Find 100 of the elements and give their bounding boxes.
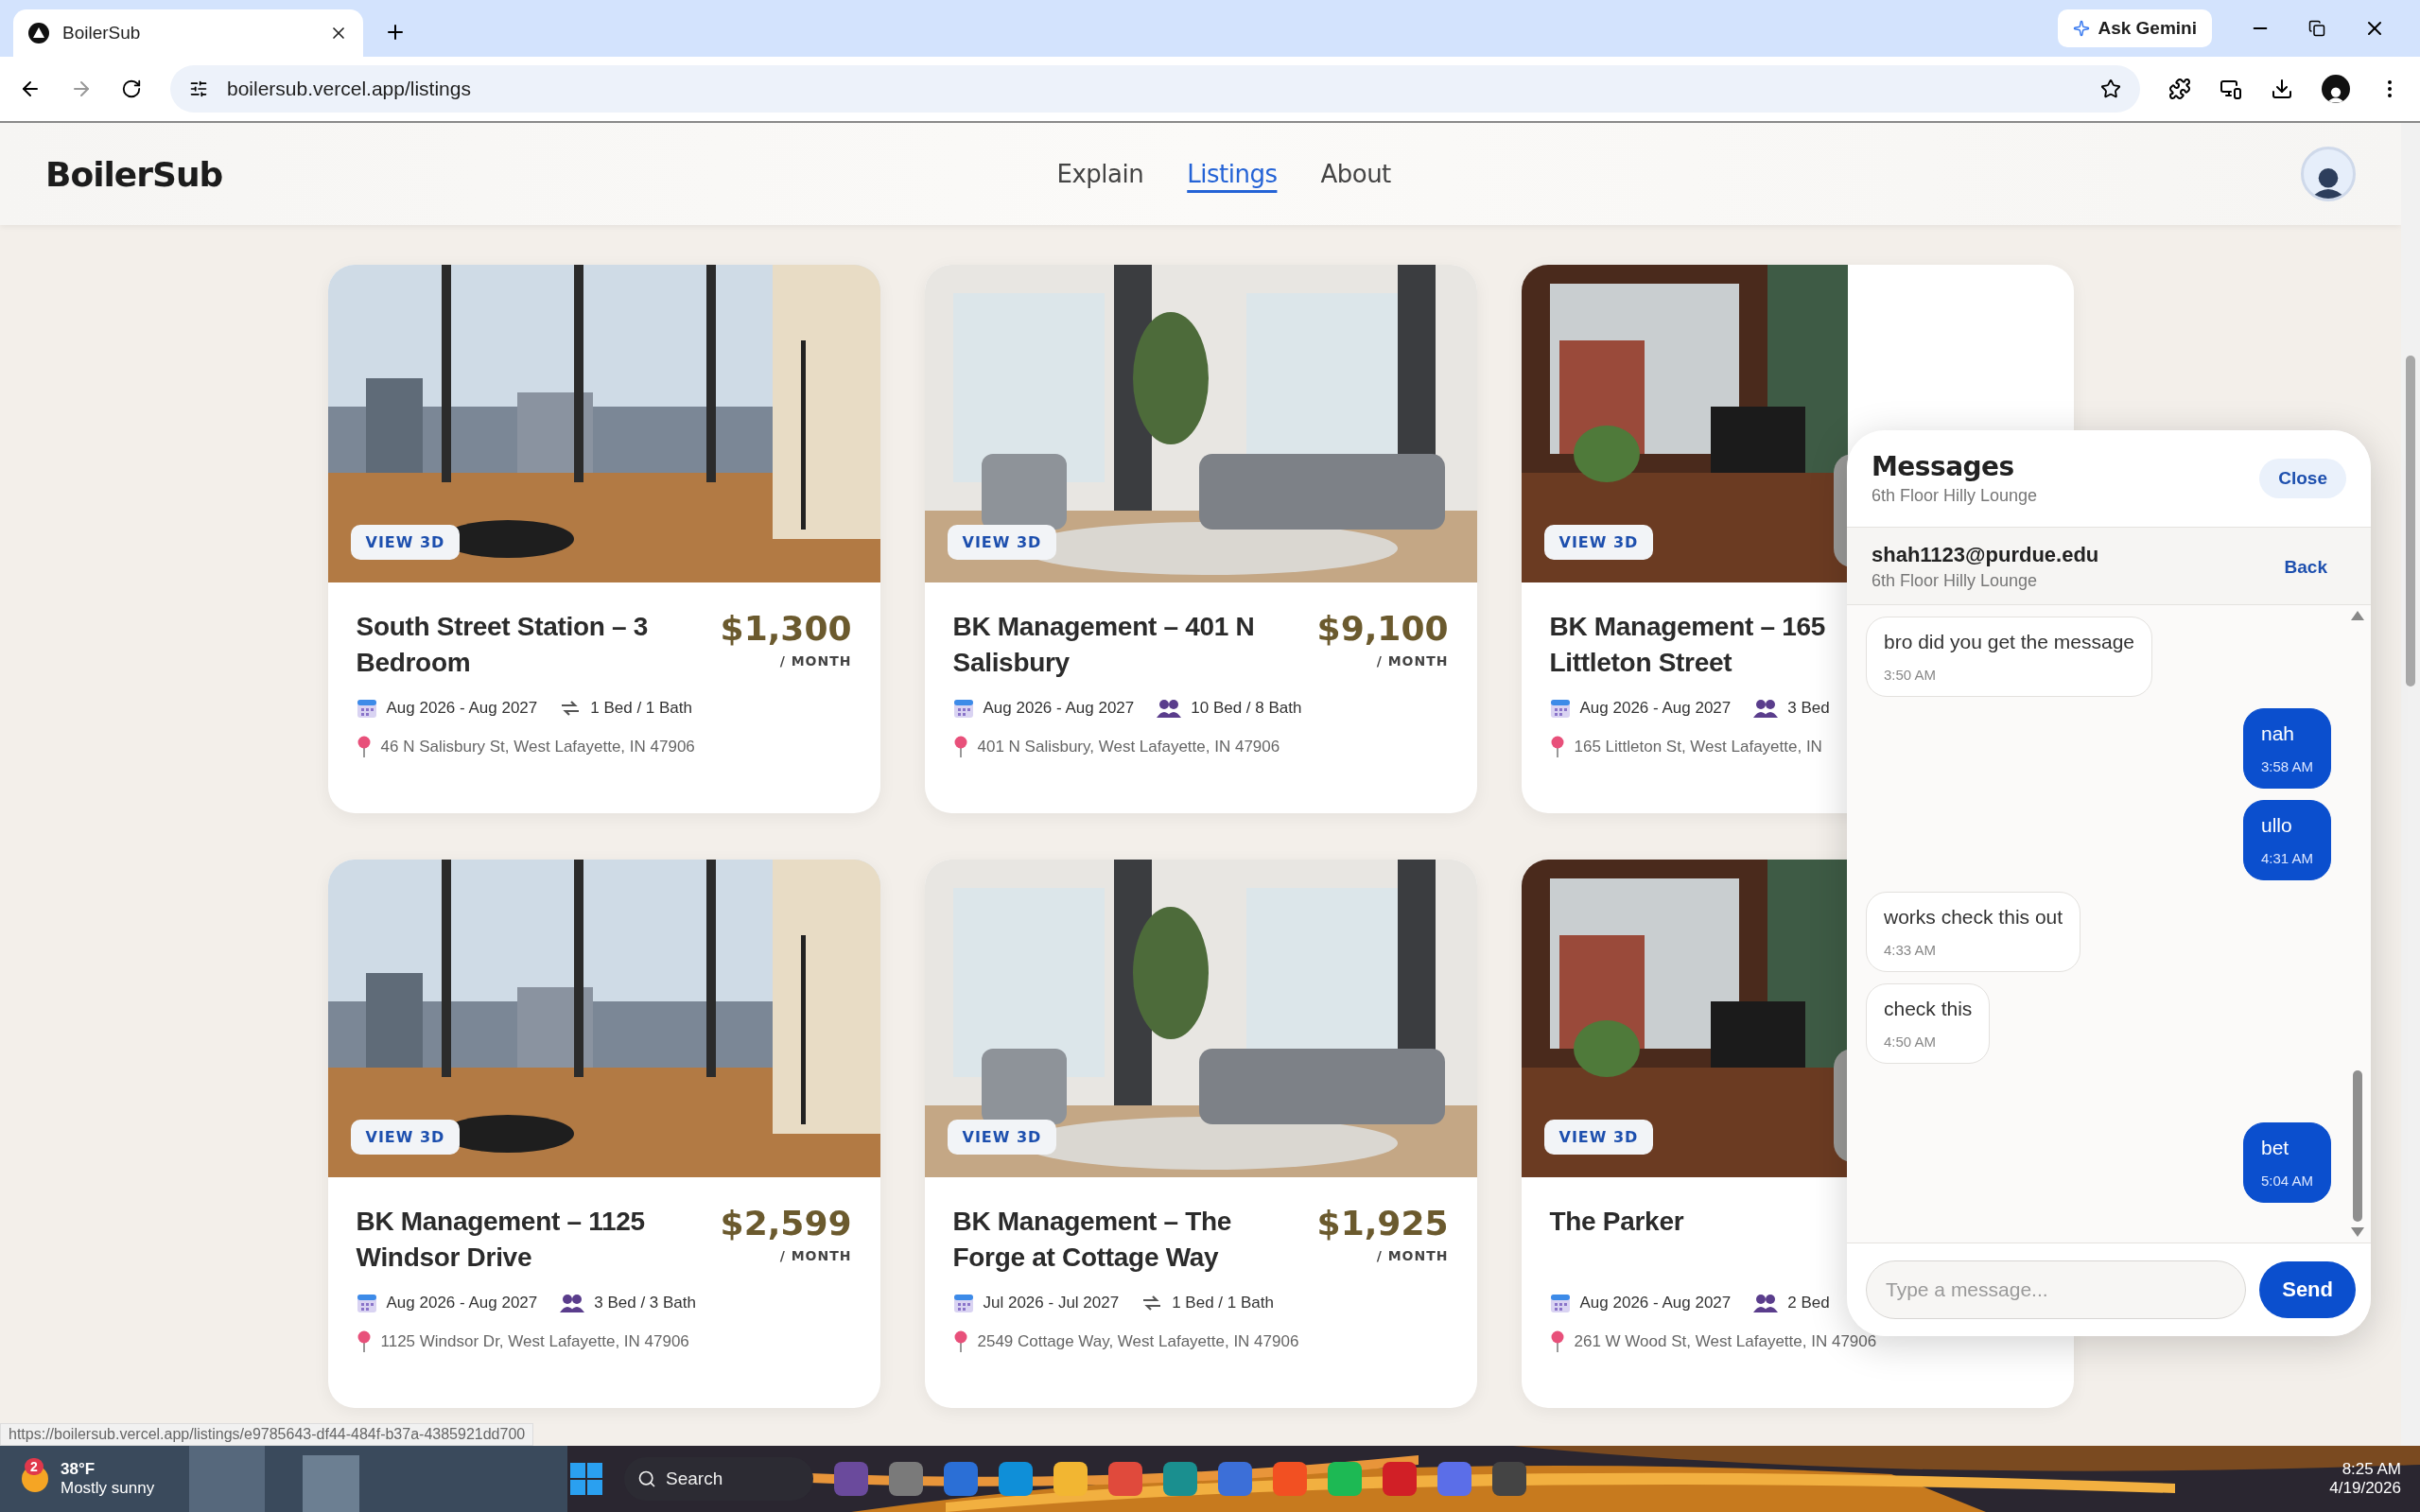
search-icon <box>637 1469 656 1488</box>
scroll-thumb[interactable] <box>2353 1070 2362 1222</box>
price-period: / MONTH <box>1376 653 1449 669</box>
listing-price: $1,300 <box>720 609 852 648</box>
bookmark-star-icon[interactable] <box>2100 78 2121 99</box>
listing-address: 401 N Salisbury, West Lafayette, IN 47906 <box>977 738 1280 756</box>
people-icon <box>560 1294 585 1312</box>
clock-time: 8:25 AM <box>2342 1460 2401 1479</box>
app-icon[interactable] <box>1437 1462 1471 1496</box>
send-button[interactable]: Send <box>2259 1261 2356 1318</box>
bed-bath-count: 1 Bed / 1 Bath <box>1172 1294 1274 1312</box>
view-3d-button[interactable]: VIEW 3D <box>1543 525 1654 560</box>
weather-temperature: 38°F <box>61 1460 96 1479</box>
site-settings-icon[interactable] <box>189 79 208 98</box>
scroll-up-icon[interactable] <box>2351 611 2364 620</box>
view-3d-button[interactable]: VIEW 3D <box>350 525 461 560</box>
message-time: 3:58 AM <box>2260 758 2313 774</box>
listing-title: The Parker <box>1549 1206 1684 1238</box>
view-3d-button[interactable]: VIEW 3D <box>947 1120 1057 1155</box>
back-link[interactable]: Back <box>2284 556 2327 578</box>
pin-icon <box>356 736 372 758</box>
arrows-icon <box>1141 1295 1163 1312</box>
app-icon[interactable] <box>1163 1462 1197 1496</box>
scroll-down-icon[interactable] <box>2351 1227 2364 1237</box>
weather-condition: Mostly sunny <box>61 1479 155 1498</box>
extensions-icon[interactable] <box>2168 78 2191 100</box>
user-avatar[interactable] <box>2301 147 2356 201</box>
app-icon[interactable] <box>999 1462 1033 1496</box>
price-period: / MONTH <box>1376 1248 1449 1263</box>
site-logo-icon <box>28 23 49 43</box>
calendar-icon <box>952 698 974 719</box>
listing-card[interactable]: VIEW 3D BK Management – The Forge at Cottage Way $1,925 / MONTH Jul 2026 - Jul 2027 1 Bed / 1 Bath 2549 Cottage Way, West Lafayette, IN 47906 <box>924 860 1477 1408</box>
reload-icon[interactable] <box>121 78 142 99</box>
listing-title: BK Management – 165 Littleton Street <box>1549 611 1826 679</box>
lease-dates: Aug 2026 - Aug 2027 <box>983 699 1135 718</box>
site-logo[interactable]: BoilerSub <box>45 154 223 194</box>
nav-link[interactable]: Explain <box>1056 160 1144 188</box>
message-time: 5:04 AM <box>2260 1173 2313 1189</box>
view-3d-button[interactable]: VIEW 3D <box>1543 1120 1654 1155</box>
browser-tab[interactable]: BoilerSub <box>13 9 363 57</box>
view-3d-button[interactable]: VIEW 3D <box>947 525 1057 560</box>
listing-address: 1125 Windsor Dr, West Lafayette, IN 47906 <box>380 1332 689 1351</box>
listing-title: BK Management – 401 N Salisbury <box>952 611 1256 679</box>
view-3d-button[interactable]: VIEW 3D <box>350 1120 461 1155</box>
lease-dates: Aug 2026 - Aug 2027 <box>386 1294 538 1312</box>
listing-card[interactable]: VIEW 3D BK Management – 1125 Windsor Drive $2,599 / MONTH Aug 2026 - Aug 2027 3 Bed / 3 Bath 1125 Windsor Dr, West Lafayette, IN 47906 <box>327 860 880 1408</box>
close-button[interactable]: Close <box>2259 459 2346 498</box>
app-icon[interactable] <box>1218 1462 1252 1496</box>
price-period: / MONTH <box>779 653 852 669</box>
app-icon[interactable] <box>1492 1462 1526 1496</box>
page-scrollbar[interactable] <box>2401 123 2420 1446</box>
people-icon <box>1753 699 1779 718</box>
message-text: nah <box>2260 722 2295 745</box>
cast-icon[interactable] <box>2220 78 2242 100</box>
panel-title: Messages <box>1872 451 2015 482</box>
tab-title: BoilerSub <box>62 23 142 43</box>
calendar-icon <box>1549 1293 1571 1313</box>
address-bar[interactable]: boilersub.vercel.app/listings <box>170 65 2140 113</box>
download-icon[interactable] <box>2271 78 2293 100</box>
calendar-icon <box>356 1293 377 1313</box>
app-icon[interactable] <box>944 1462 978 1496</box>
pin-icon <box>1549 1330 1565 1353</box>
listing-title: BK Management – 1125 Windsor Drive <box>356 1206 646 1274</box>
app-icon[interactable] <box>834 1462 868 1496</box>
bed-bath-count: 10 Bed / 8 Bath <box>1191 699 1302 718</box>
listing-address: 46 N Salisbury St, West Lafayette, IN 47906 <box>380 738 695 756</box>
listing-address: 261 W Wood St, West Lafayette, IN 47906 <box>1574 1332 1877 1351</box>
lease-dates: Aug 2026 - Aug 2027 <box>1579 699 1732 718</box>
listing-title: South Street Station – 3 Bedroom <box>356 611 650 679</box>
taskbar-search[interactable]: Search <box>624 1457 813 1501</box>
app-icon[interactable] <box>1273 1462 1307 1496</box>
message-time: 3:50 AM <box>1884 667 1938 683</box>
app-icon[interactable] <box>1053 1462 1088 1496</box>
pin-icon <box>356 1330 372 1353</box>
ask-gemini-button[interactable]: Ask Gemini <box>2058 9 2212 47</box>
nav-link[interactable]: Listings <box>1187 160 1278 188</box>
url-text: boilersub.vercel.app/listings <box>227 78 472 100</box>
listing-card[interactable]: VIEW 3D South Street Station – 3 Bedroom $1,300 / MONTH Aug 2026 - Aug 2027 1 Bed / 1 Bath 46 N Salisbury St, West Lafayette, IN 47906 <box>327 265 880 813</box>
lease-dates: Aug 2026 - Aug 2027 <box>1579 1294 1732 1312</box>
bed-bath-count: 1 Bed / 1 Bath <box>590 699 692 718</box>
app-icon[interactable] <box>1108 1462 1142 1496</box>
listing-price: $1,925 <box>1316 1204 1449 1243</box>
clock-date: 4/19/2026 <box>2329 1479 2401 1498</box>
listing-card[interactable]: VIEW 3D BK Management – 401 N Salisbury $9,100 / MONTH Aug 2026 - Aug 2027 10 Bed / 8 Bath 401 N Salisbury, West Lafayette, IN 47906 <box>924 265 1477 813</box>
panel-subtitle: 6th Floor Hilly Lounge <box>1872 486 2038 506</box>
status-url: https://boilersub.vercel.app/listings/e9785643-df44-484f-b37a-4385921dd700 <box>0 1423 534 1446</box>
nav-link[interactable]: About <box>1320 160 1391 188</box>
chat-scrollbar[interactable] <box>2350 611 2365 1237</box>
people-icon <box>1753 1294 1779 1312</box>
profile-avatar[interactable] <box>2322 75 2350 103</box>
message-input[interactable]: Type a message... <box>1866 1260 2247 1319</box>
message-text: ullo <box>2260 814 2293 837</box>
pin-icon <box>952 736 968 758</box>
windows-start-icon[interactable] <box>569 1462 603 1496</box>
restore-icon[interactable] <box>2308 20 2325 37</box>
calendar-icon <box>356 698 377 719</box>
message-time: 4:50 AM <box>1884 1034 1938 1050</box>
message-text: bet <box>2260 1137 2290 1159</box>
app-icon[interactable] <box>889 1462 923 1496</box>
bed-bath-count: 2 Bed <box>1787 1294 1830 1312</box>
